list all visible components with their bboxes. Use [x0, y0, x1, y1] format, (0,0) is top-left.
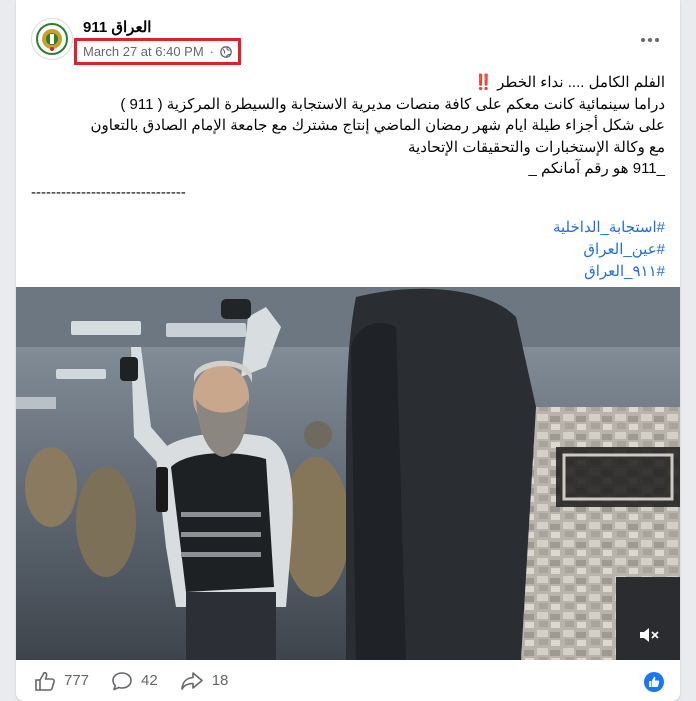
meta-separator-dot: ·	[209, 44, 215, 59]
hashtag-link[interactable]: #٩١١_العراق	[31, 261, 665, 283]
post-timestamp[interactable]: March 27 at 6:40 PM	[83, 44, 204, 59]
share-button[interactable]: 18	[180, 671, 229, 691]
post-text-line: _911 هو رقم آمانكم _	[528, 160, 665, 177]
reaction-bar: 777 42 18	[16, 660, 680, 701]
ministry-logo	[36, 23, 68, 55]
like-button[interactable]: 777	[34, 671, 89, 691]
post-meta-highlight: March 27 at 6:40 PM ·	[74, 38, 242, 65]
hashtag-link[interactable]: #استجابة_الداخلية	[31, 217, 665, 239]
hashtag-list: #استجابة_الداخلية #عين_العراق #٩١١_العرا…	[31, 217, 665, 283]
share-arrow-icon	[180, 671, 203, 690]
thumbs-up-icon	[35, 671, 55, 691]
more-options-icon[interactable]	[638, 28, 662, 52]
page-name[interactable]: العراق 911	[83, 18, 151, 36]
comment-count: 42	[141, 672, 158, 689]
post-text-line: مع وكالة الإستخبارات والتحقيقات الإتحادي…	[407, 138, 665, 156]
video-player[interactable]	[16, 287, 680, 660]
post-text: الفلم الكامل .... نداء الخطر ‼️ دراما سي…	[31, 72, 665, 283]
speaker-muted-icon[interactable]	[636, 622, 662, 648]
share-count: 18	[211, 672, 229, 689]
like-reaction-icon[interactable]	[644, 672, 664, 692]
comment-button[interactable]: 42	[111, 671, 158, 691]
post-text-line: الفلم الكامل .... نداء الخطر ‼️	[474, 74, 665, 91]
post-text-line: على شكل أجزاء طيلة ايام شهر رمضان الماضي…	[90, 117, 665, 134]
page-avatar[interactable]	[31, 18, 73, 60]
like-count: 777	[64, 672, 90, 689]
comment-bubble-icon	[112, 671, 132, 690]
hashtag-link[interactable]: #عين_العراق	[31, 239, 665, 261]
globe-icon[interactable]	[220, 45, 232, 58]
post-text-line: دراما سينمائية كانت معكم على كافة منصات …	[120, 95, 665, 113]
video-frame	[16, 287, 680, 660]
post-card: العراق 911 March 27 at 6:40 PM · الفلم ا…	[16, 0, 680, 701]
text-separator: -------------------------------	[31, 183, 186, 201]
